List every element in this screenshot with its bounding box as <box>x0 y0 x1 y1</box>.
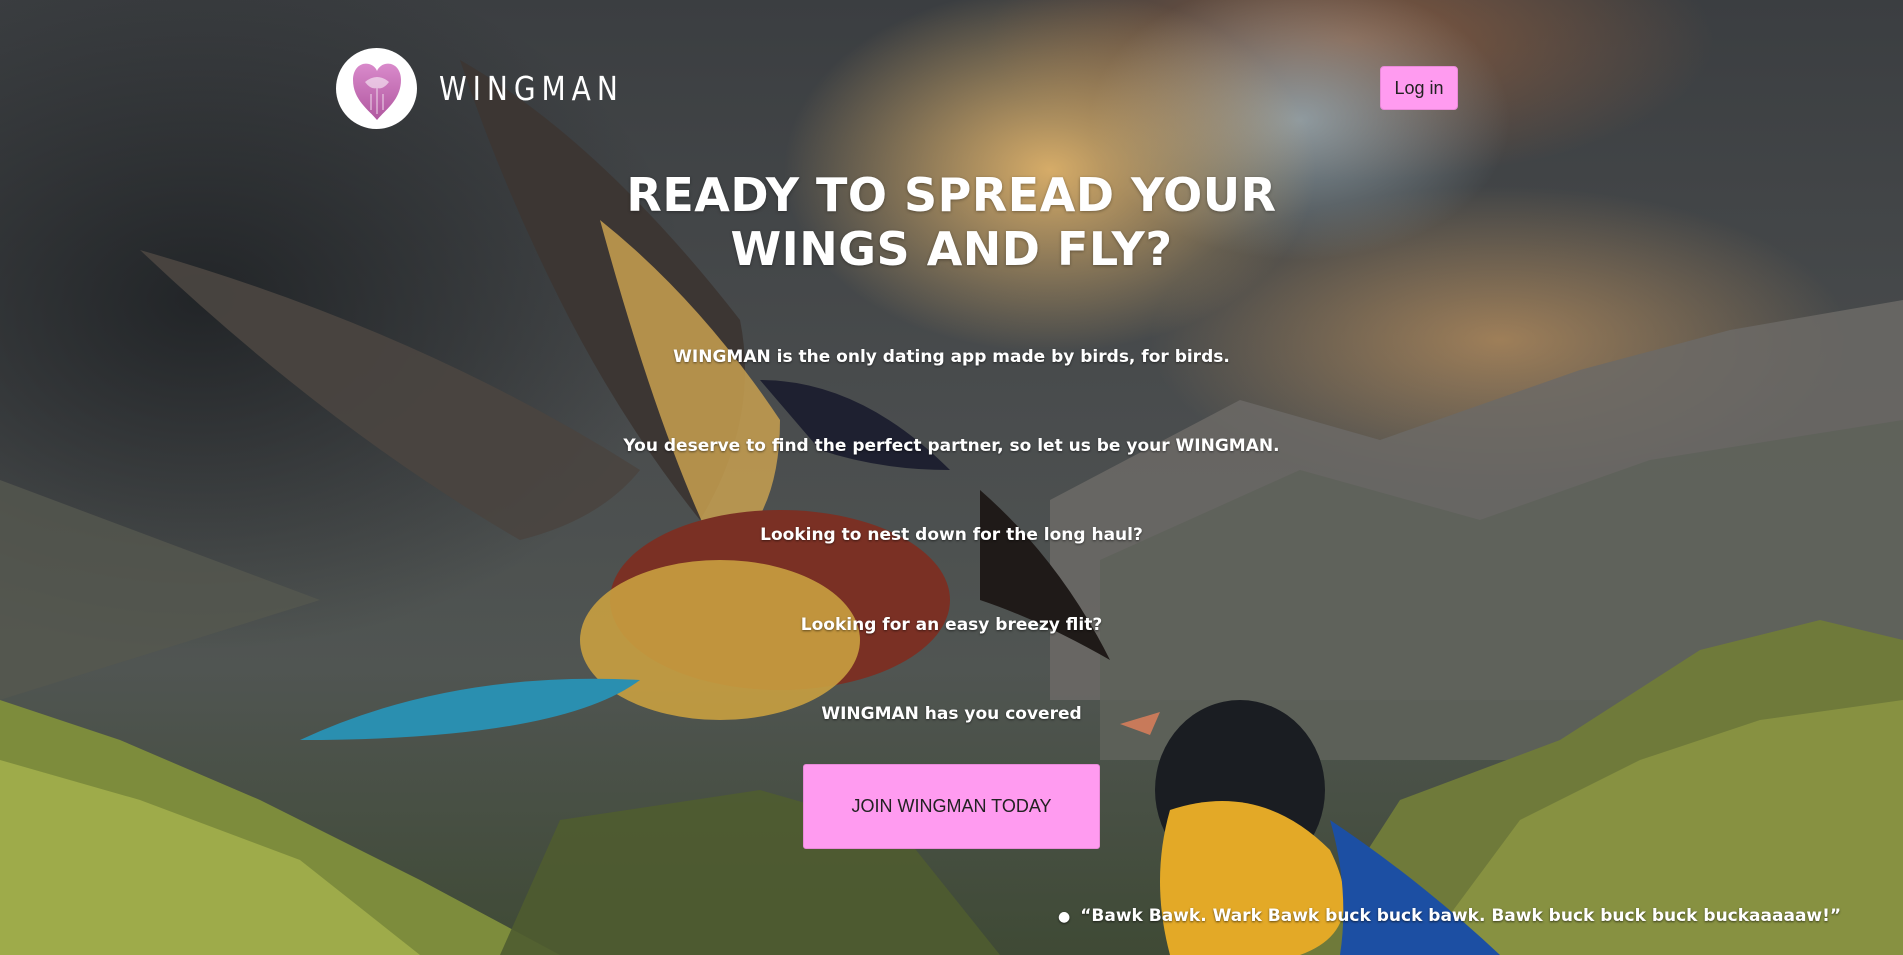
hero-title-line-2: WINGS AND FLY? <box>730 222 1173 276</box>
hero-question-long-haul: Looking to nest down for the long haul? <box>760 525 1143 545</box>
bullet-icon: ● <box>1058 909 1071 925</box>
hero-tagline: WINGMAN is the only dating app made by b… <box>673 347 1230 367</box>
hero-title-line-1: READY TO SPREAD YOUR <box>626 168 1277 222</box>
join-wingman-button[interactable]: JOIN WINGMAN TODAY <box>803 764 1100 849</box>
brand-name: WINGMAN <box>439 69 624 108</box>
hero-pitch: You deserve to find the perfect partner,… <box>623 436 1280 456</box>
testimonial-quote: “Bawk Bawk. Wark Bawk buck buck bawk. Ba… <box>1080 906 1842 926</box>
login-button[interactable]: Log in <box>1380 66 1458 110</box>
testimonial-item: ● “Bawk Bawk. Wark Bawk buck buck bawk. … <box>1058 906 1841 926</box>
hero-title: READY TO SPREAD YOUR WINGS AND FLY? <box>0 168 1903 276</box>
logo-home-link[interactable]: WINGMAN <box>336 48 656 129</box>
hero-section: READY TO SPREAD YOUR WINGS AND FLY? <box>0 168 1903 276</box>
testimonial-list: ● “Bawk Bawk. Wark Bawk buck buck bawk. … <box>1058 906 1841 926</box>
winged-heart-icon <box>352 63 401 120</box>
logo-badge <box>336 48 417 129</box>
flying-bird-illustration <box>140 60 1110 740</box>
hero-covered: WINGMAN has you covered <box>821 704 1082 724</box>
hero-question-flit: Looking for an easy breezy flit? <box>800 615 1103 635</box>
